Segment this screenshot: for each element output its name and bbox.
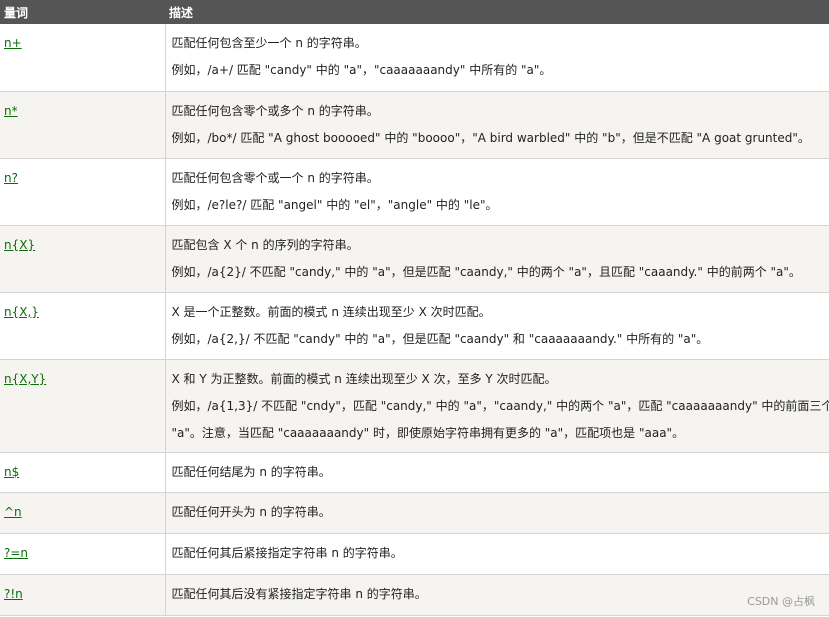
example-line: 例如，/bo*/ 匹配 "A ghost booooed" 中的 "boooo"… (171, 130, 810, 145)
quantifier-link[interactable]: n{X,} (4, 305, 39, 319)
example-line: 例如，/a{1,3}/ 不匹配 "cndy"，匹配 "candy," 中的 "a… (171, 398, 829, 413)
description-cell: 匹配任何包含零个或一个 n 的字符串。 例如，/e?le?/ 匹配 "angel… (165, 158, 829, 226)
header-quantifier: 量词 (0, 0, 165, 24)
header-description: 描述 (165, 0, 829, 24)
table-row: n{X,} X 是一个正整数。前面的模式 n 连续出现至少 X 次时匹配。 例如… (0, 292, 829, 360)
description-cell: X 和 Y 为正整数。前面的模式 n 连续出现至少 X 次，至多 Y 次时匹配。… (165, 359, 829, 453)
quantifier-link[interactable]: ?=n (4, 546, 28, 560)
quantifier-cell: ?=n (0, 533, 166, 575)
description-line: 匹配任何其后紧接指定字符串 n 的字符串。 (171, 545, 403, 560)
quantifier-cell: n+ (0, 24, 166, 92)
page: 量词 描述 n+ 匹配任何包含至少一个 n 的字符串。 例如，/a+/ 匹配 "… (0, 0, 829, 617)
quantifier-cell: n$ (0, 452, 166, 493)
table-row: n{X} 匹配包含 X 个 n 的序列的字符串。 例如，/a{2}/ 不匹配 "… (0, 225, 829, 293)
description-line: 匹配任何包含至少一个 n 的字符串。 (171, 36, 367, 50)
quantifier-link[interactable]: n{X} (4, 238, 35, 252)
quantifier-link[interactable]: n{X,Y} (4, 372, 46, 386)
description-cell: 匹配任何开头为 n 的字符串。 (165, 492, 829, 534)
quantifier-link[interactable]: ^n (4, 505, 22, 519)
quantifier-link[interactable]: n* (4, 104, 18, 118)
description-cell: 匹配任何结尾为 n 的字符串。 (165, 452, 829, 493)
quantifier-link[interactable]: ?!n (4, 587, 23, 601)
quantifier-cell: ?!n (0, 574, 166, 616)
table-header-row: 量词 描述 (0, 0, 829, 24)
quantifier-table: 量词 描述 n+ 匹配任何包含至少一个 n 的字符串。 例如，/a+/ 匹配 "… (0, 0, 829, 616)
description-cell: 匹配包含 X 个 n 的序列的字符串。 例如，/a{2}/ 不匹配 "candy… (165, 225, 829, 293)
table-row: ^n 匹配任何开头为 n 的字符串。 (0, 492, 829, 534)
description-cell: X 是一个正整数。前面的模式 n 连续出现至少 X 次时匹配。 例如，/a{2,… (165, 292, 829, 360)
description-line: 匹配任何结尾为 n 的字符串。 (171, 464, 331, 479)
example-line: 例如，/a{2}/ 不匹配 "candy," 中的 "a"，但是匹配 "caan… (171, 264, 801, 279)
quantifier-cell: n{X} (0, 225, 166, 293)
example-line: 例如，/e?le?/ 匹配 "angel" 中的 "el"，"angle" 中的… (171, 197, 498, 212)
table-row: n? 匹配任何包含零个或一个 n 的字符串。 例如，/e?le?/ 匹配 "an… (0, 158, 829, 226)
table-row: ?=n 匹配任何其后紧接指定字符串 n 的字符串。 (0, 533, 829, 575)
quantifier-cell: ^n (0, 492, 166, 534)
description-cell: 匹配任何其后没有紧接指定字符串 n 的字符串。 (165, 574, 829, 616)
description-line: 匹配任何其后没有紧接指定字符串 n 的字符串。 (171, 586, 427, 601)
description-cell: 匹配任何其后紧接指定字符串 n 的字符串。 (165, 533, 829, 575)
description-cell: 匹配任何包含零个或多个 n 的字符串。 例如，/bo*/ 匹配 "A ghost… (165, 91, 829, 159)
quantifier-link[interactable]: n? (4, 171, 18, 185)
description-line: 匹配任何包含零个或一个 n 的字符串。 (171, 170, 379, 185)
description-line: 匹配任何包含零个或多个 n 的字符串。 (171, 103, 379, 118)
description-line: 匹配包含 X 个 n 的序列的字符串。 (171, 237, 359, 252)
quantifier-link[interactable]: n$ (4, 465, 19, 479)
example-line: 例如，/a+/ 匹配 "candy" 中的 "a"，"caaaaaaandy" … (171, 63, 552, 77)
table-row: n+ 匹配任何包含至少一个 n 的字符串。 例如，/a+/ 匹配 "candy"… (0, 24, 829, 92)
table-row: n{X,Y} X 和 Y 为正整数。前面的模式 n 连续出现至少 X 次，至多 … (0, 359, 829, 453)
table-row: n* 匹配任何包含零个或多个 n 的字符串。 例如，/bo*/ 匹配 "A gh… (0, 91, 829, 159)
quantifier-cell: n{X,Y} (0, 359, 166, 453)
example-line: 例如，/a{2,}/ 不匹配 "candy" 中的 "a"，但是匹配 "caan… (171, 331, 709, 346)
quantifier-cell: n* (0, 91, 166, 159)
table-row: ?!n 匹配任何其后没有紧接指定字符串 n 的字符串。 (0, 574, 829, 616)
quantifier-cell: n? (0, 158, 166, 226)
description-cell: 匹配任何包含至少一个 n 的字符串。 例如，/a+/ 匹配 "candy" 中的… (165, 24, 829, 92)
quantifier-link[interactable]: n+ (4, 36, 22, 50)
description-line: X 和 Y 为正整数。前面的模式 n 连续出现至少 X 次，至多 Y 次时匹配。 (171, 371, 557, 386)
description-line: X 是一个正整数。前面的模式 n 连续出现至少 X 次时匹配。 (171, 304, 491, 319)
table-row: n$ 匹配任何结尾为 n 的字符串。 (0, 452, 829, 493)
description-line: 匹配任何开头为 n 的字符串。 (171, 504, 331, 519)
example-line-continued: "a"。注意，当匹配 "caaaaaaandy" 时，即使原始字符串拥有更多的 … (171, 425, 685, 440)
csdn-watermark: CSDN @占枫 (747, 595, 815, 608)
quantifier-cell: n{X,} (0, 292, 166, 360)
